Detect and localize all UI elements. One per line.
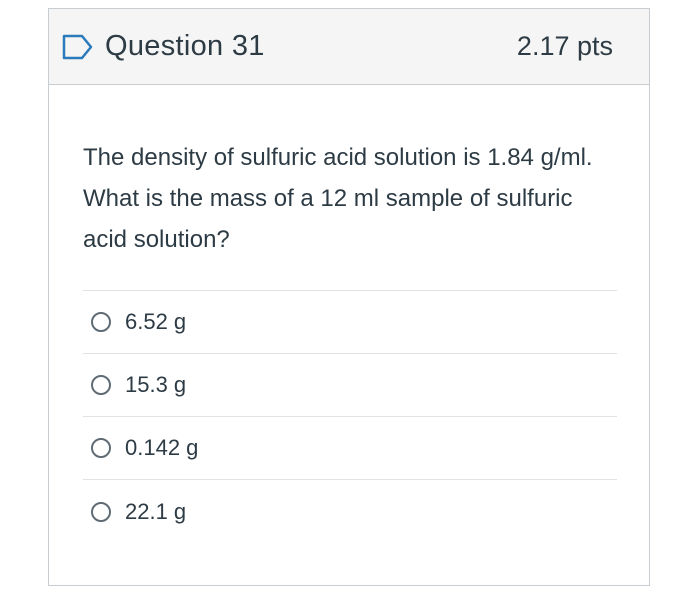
question-text: The density of sulfuric acid solution is… — [83, 144, 593, 253]
answer-label: 15.3 g — [125, 372, 187, 397]
answer-label: 0.142 g — [125, 435, 199, 460]
answer-option[interactable]: 0.142 g — [83, 417, 617, 480]
answer-label: 6.52 g — [125, 309, 187, 334]
flag-icon[interactable] — [61, 30, 95, 64]
answer-option[interactable]: 22.1 g — [83, 480, 617, 543]
radio-button[interactable] — [91, 501, 111, 522]
answer-option[interactable]: 6.52 g — [83, 291, 617, 354]
radio-button[interactable] — [91, 375, 111, 395]
answer-option[interactable]: 15.3 g — [83, 354, 617, 417]
radio-button[interactable] — [91, 312, 111, 332]
question-title: Question 31 — [105, 30, 265, 62]
question-body: The density of sulfuric acid solution is… — [49, 85, 649, 543]
answer-list: 6.52 g 15.3 g 0.142 g 22.1 g — [83, 290, 617, 543]
question-header: Question 31 2.17 pts — [49, 9, 649, 85]
question-points: 2.17 pts — [516, 31, 613, 61]
answer-label: 22.1 g — [125, 498, 187, 524]
question-header-left: Question 31 — [61, 30, 265, 64]
radio-button[interactable] — [91, 438, 111, 458]
question-card: Question 31 2.17 pts The density of sulf… — [48, 8, 650, 586]
